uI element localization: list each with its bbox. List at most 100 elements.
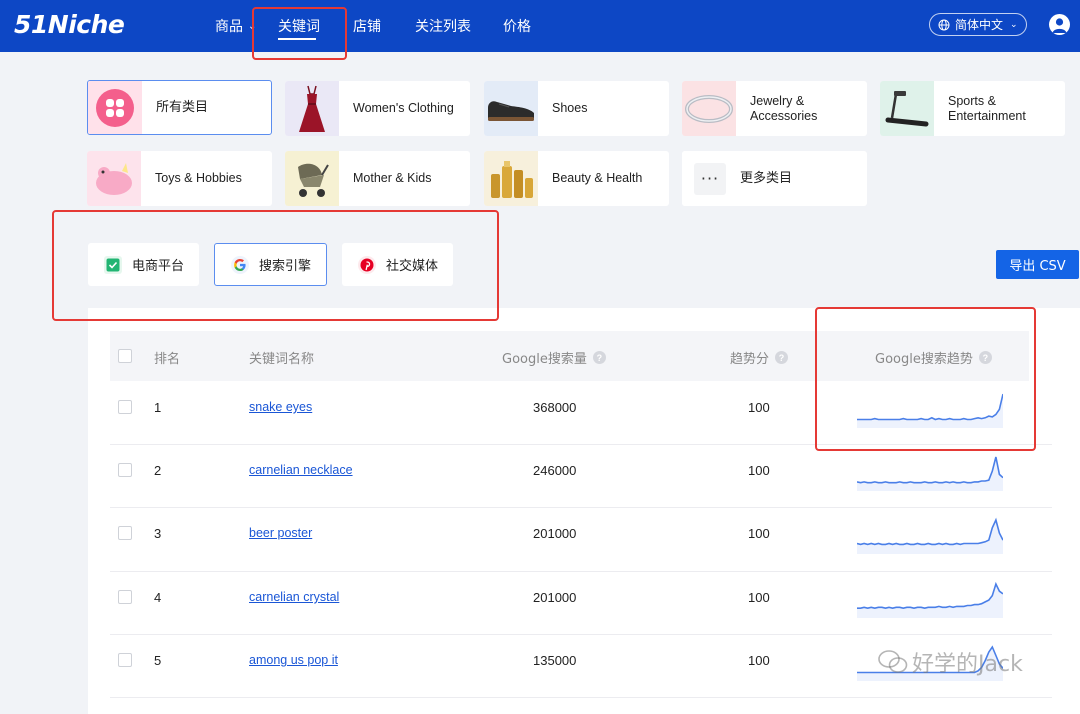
category-label: Sports & Entertainment: [934, 94, 1038, 124]
row-checkbox[interactable]: [118, 590, 132, 604]
row-search-volume: 135000: [533, 653, 577, 668]
nav-item-label: 店铺: [353, 19, 381, 35]
category-all[interactable]: 所有类目: [87, 80, 272, 135]
header-trend-score[interactable]: 趋势分?: [730, 348, 789, 367]
source-tab-ecommerce[interactable]: 电商平台: [88, 243, 199, 286]
bracelet-icon: [682, 81, 736, 136]
category-more[interactable]: ··· 更多类目: [682, 151, 867, 206]
category-label: Beauty & Health: [552, 171, 643, 185]
trend-line: [857, 456, 1003, 484]
row-trend-score: 100: [748, 653, 770, 668]
header-keyword: 关键词名称: [249, 352, 315, 367]
header-search-volume[interactable]: Google搜索量?: [502, 348, 606, 367]
source-tab-social-media[interactable]: 社交媒体: [342, 243, 453, 286]
keyword-link[interactable]: carnelian crystal: [249, 590, 339, 604]
row-trend-score: 100: [748, 526, 770, 541]
category-mother-kids[interactable]: Mother & Kids: [285, 151, 470, 206]
row-rank: 1: [154, 400, 162, 415]
check-icon: [104, 255, 122, 274]
keyword-link[interactable]: among us pop it: [249, 653, 338, 667]
trend-line: [857, 393, 1003, 421]
keyword-link[interactable]: snake eyes: [249, 400, 312, 414]
category-toys-hobbies[interactable]: Toys & Hobbies: [87, 151, 272, 206]
trend-area: [857, 394, 1003, 428]
category-beauty-health[interactable]: Beauty & Health: [484, 151, 669, 206]
row-checkbox[interactable]: [118, 400, 132, 414]
shoe-icon: [484, 81, 538, 136]
plush-toy-icon: [87, 151, 141, 206]
trend-line: [857, 517, 1003, 546]
treadmill-icon: [880, 81, 934, 136]
trend-line: [857, 581, 1003, 610]
category-label: Shoes: [552, 101, 588, 115]
row-rank: 3: [154, 526, 162, 541]
dress-icon: [285, 81, 339, 136]
top-nav-bar: 51Niche 商品 ⌄ 关键词 店铺 关注列表 价格 简体中文 ⌄: [0, 0, 1080, 52]
trend-sparkline: [857, 456, 1003, 491]
row-divider: [110, 444, 1052, 445]
nav-item-keywords[interactable]: 关键词: [278, 0, 320, 52]
source-tab-search-engine[interactable]: 搜索引擎: [214, 243, 327, 286]
trend-area: [857, 457, 1003, 491]
help-icon[interactable]: ?: [592, 351, 606, 364]
source-tab-label: 搜索引擎: [259, 259, 312, 274]
category-label: Jewelry & Accessories: [736, 94, 830, 124]
row-trend-score: 100: [748, 590, 770, 605]
category-womens-clothing[interactable]: Women's Clothing: [285, 81, 470, 136]
language-selector[interactable]: 简体中文 ⌄: [929, 13, 1027, 36]
nav-item-label: 关注列表: [415, 19, 471, 35]
row-divider: [110, 571, 1052, 572]
category-label: Women's Clothing: [353, 101, 454, 115]
row-search-volume: 368000: [533, 400, 577, 415]
category-label-text: Sports & Entertainment: [948, 93, 1026, 123]
language-label: 简体中文: [955, 18, 1004, 32]
source-tab-label: 电商平台: [132, 259, 185, 274]
nav-item-label: 商品: [215, 19, 243, 35]
watermark: 好学的Jack: [878, 646, 1023, 678]
row-divider: [110, 697, 1052, 698]
logo[interactable]: 51Niche: [14, 8, 125, 40]
google-icon: [231, 255, 249, 274]
globe-icon: [938, 19, 950, 30]
keyword-link[interactable]: beer poster: [249, 526, 312, 540]
trend-area: [857, 584, 1003, 618]
row-search-volume: 201000: [533, 590, 577, 605]
row-checkbox[interactable]: [118, 526, 132, 540]
user-icon: [1052, 18, 1067, 33]
header-label: Google搜索趋势: [875, 352, 973, 367]
category-label: 所有类目: [156, 100, 209, 115]
category-shoes[interactable]: Shoes: [484, 81, 669, 136]
wechat-icon: [878, 650, 908, 673]
nav-item-label: 关键词: [278, 19, 320, 35]
trend-sparkline: [857, 517, 1003, 554]
source-tab-label: 社交媒体: [386, 259, 439, 274]
nav-item-stores[interactable]: 店铺: [353, 0, 381, 52]
grid-icon: [88, 81, 142, 134]
row-rank: 5: [154, 653, 162, 668]
category-label-text: Jewelry & Accessories: [750, 93, 818, 123]
row-checkbox[interactable]: [118, 653, 132, 667]
chevron-down-icon: ⌄: [1010, 19, 1018, 30]
category-sports-entertainment[interactable]: Sports & Entertainment: [880, 81, 1065, 136]
export-csv-button[interactable]: 导出 CSV: [996, 250, 1079, 279]
user-avatar[interactable]: [1049, 14, 1070, 35]
trend-sparkline: [857, 581, 1003, 618]
select-all-checkbox[interactable]: [118, 349, 132, 363]
more-icon: ···: [682, 151, 726, 206]
header-search-trend[interactable]: Google搜索趋势?: [875, 348, 992, 367]
row-search-volume: 246000: [533, 463, 577, 478]
pinterest-icon: [358, 255, 376, 274]
trend-area: [857, 520, 1003, 554]
row-checkbox[interactable]: [118, 463, 132, 477]
category-jewelry-accessories[interactable]: Jewelry & Accessories: [682, 81, 867, 136]
help-icon[interactable]: ?: [978, 351, 992, 364]
keyword-link[interactable]: carnelian necklace: [249, 463, 353, 477]
help-icon[interactable]: ?: [775, 351, 789, 364]
header-rank: 排名: [154, 352, 181, 367]
nav-item-products[interactable]: 商品 ⌄: [215, 0, 256, 52]
row-search-volume: 201000: [533, 526, 577, 541]
nav-item-pricing[interactable]: 价格: [503, 0, 531, 52]
nav-item-watchlist[interactable]: 关注列表: [415, 0, 471, 52]
nav-item-label: 价格: [503, 19, 531, 35]
trend-sparkline: [857, 393, 1003, 428]
